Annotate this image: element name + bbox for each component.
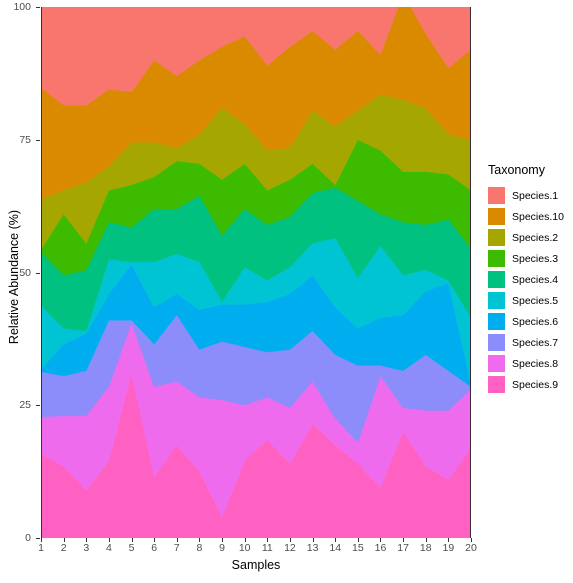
y-tick-mark [36,538,40,539]
x-tick-label: 15 [351,542,364,554]
legend-color-swatch [488,313,505,330]
y-tick-mark [36,139,40,141]
legend-item-species-6[interactable]: Species.6 [488,311,573,332]
legend-item-species-9[interactable]: Species.9 [488,374,573,395]
legend-color-swatch [488,187,505,204]
x-tick-label: 6 [151,542,158,554]
legend-item-species-3[interactable]: Species.3 [488,248,573,269]
x-tick-label: 5 [128,542,135,554]
y-tick-label: 25 [19,399,31,412]
x-tick-label: 13 [306,542,319,554]
legend-item-species-8[interactable]: Species.8 [488,353,573,374]
legend-color-swatch [488,292,505,309]
x-tick-label: 2 [60,542,67,554]
x-tick-label: 9 [219,542,225,554]
y-tick-mark [36,405,40,407]
legend-item-species-2[interactable]: Species.2 [488,227,573,248]
legend-item-species-10[interactable]: Species.10 [488,206,573,227]
legend-item-label: Species.1 [512,189,559,202]
legend-title: Taxonomy [488,163,545,177]
legend-color-swatch [488,355,505,372]
y-tick-mark [36,272,40,274]
x-tick-label: 11 [261,542,273,554]
legend-color-swatch [488,271,505,288]
legend-item-label: Species.2 [512,231,559,244]
legend-item-species-1[interactable]: Species.1 [488,185,573,206]
y-tick-label: 75 [19,133,31,146]
legend-color-swatch [488,334,505,351]
legend-item-label: Species.10 [512,210,564,223]
x-tick-label: 20 [465,542,477,554]
legend-color-swatch [488,208,505,225]
x-tick-label: 12 [284,542,296,554]
x-tick-label: 19 [442,542,455,554]
x-tick-label: 14 [329,542,342,554]
legend-item-label: Species.8 [512,357,559,370]
chart-root: Relative Abundance (%) 0 25 50 75 100 123456… [0,0,573,583]
x-tick-label: 3 [83,542,90,554]
y-tick-label: 0 [25,532,31,544]
x-axis-title: Samples [231,558,281,572]
legend-color-swatch [488,376,505,393]
x-tick-label: 1 [38,542,44,554]
x-tick-label: 4 [105,542,112,554]
plot-panel [41,7,471,538]
x-tick-label: 10 [238,542,251,554]
legend-item-species-5[interactable]: Species.5 [488,290,573,311]
legend-item-species-7[interactable]: Species.7 [488,332,573,353]
legend-item-label: Species.9 [512,378,559,391]
legend-item-label: Species.4 [512,273,559,286]
legend-color-swatch [488,229,505,246]
legend-item-species-4[interactable]: Species.4 [488,269,573,290]
stacked-area-plot [41,7,471,538]
x-tick-label: 16 [374,542,387,554]
legend-item-label: Species.6 [512,315,559,328]
y-tick-label: 100 [13,1,31,13]
legend-item-label: Species.5 [512,294,559,307]
x-tick-label: 17 [397,542,409,554]
x-tick-label: 18 [419,542,432,554]
legend-color-swatch [488,250,505,267]
x-tick-label: 8 [196,542,203,554]
legend-items: Species.1 Species.10 Species.2 Species.3 Spe… [488,185,573,395]
y-tick-label: 50 [19,266,31,279]
x-tick-label: 7 [173,542,180,554]
legend-item-label: Species.3 [512,252,559,265]
legend: Taxonomy Species.1 Species.10 Species.2 Spe… [488,163,573,395]
legend-item-label: Species.7 [512,336,559,349]
y-axis-tick-labels: 0 25 50 75 100 [5,0,31,583]
y-tick-mark [36,7,40,8]
